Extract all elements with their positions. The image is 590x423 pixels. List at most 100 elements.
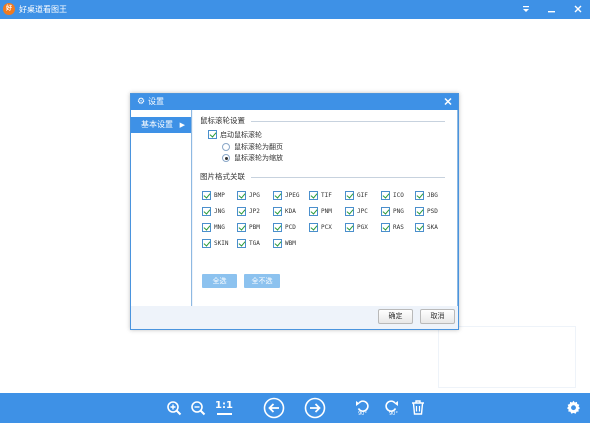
format-label: PGX: [357, 224, 368, 231]
rotate-left-degree: 90°: [358, 411, 367, 417]
format-label: JBG: [427, 192, 438, 199]
delete-icon: [412, 400, 424, 415]
gear-icon: ⚙: [137, 97, 146, 107]
zoom-out-button[interactable]: [190, 400, 206, 416]
rotate-right-degree: 90°: [389, 411, 398, 417]
format-label: WBM: [285, 240, 296, 247]
format-checkbox[interactable]: [273, 207, 282, 216]
format-checkbox[interactable]: [202, 223, 211, 232]
format-checkbox[interactable]: [415, 223, 424, 232]
format-checkbox[interactable]: [345, 207, 354, 216]
chevron-right-icon: ▶: [179, 121, 185, 129]
format-checkbox[interactable]: [415, 207, 424, 216]
format-label: MNG: [214, 224, 225, 231]
actual-size-icon: 1:1: [215, 400, 233, 411]
rotate-left-button[interactable]: 90°: [355, 399, 373, 419]
dialog-header: ⚙ 设置: [131, 94, 458, 110]
format-checkbox[interactable]: [202, 239, 211, 248]
format-label: ICO: [393, 192, 404, 199]
format-label: JPC: [357, 208, 368, 215]
select-none-button[interactable]: 全不选: [244, 274, 280, 288]
format-label: PCD: [285, 224, 296, 231]
cancel-button[interactable]: 取消: [420, 309, 455, 324]
format-checkbox[interactable]: [381, 223, 390, 232]
settings-icon: [566, 400, 581, 414]
minimize-button[interactable]: [544, 2, 558, 16]
wheel-section-title: 鼠标滚轮设置: [200, 116, 245, 125]
format-label: JPEG: [285, 192, 300, 199]
format-label: TGA: [249, 240, 260, 247]
rotate-right-button[interactable]: 90°: [383, 399, 401, 419]
previous-button[interactable]: [263, 397, 285, 419]
app-title: 好桌道看图王: [19, 5, 67, 14]
section-divider: [251, 177, 445, 178]
format-checkbox[interactable]: [273, 191, 282, 200]
nav-item-basic-settings[interactable]: 基本设置 ▶: [131, 117, 191, 133]
format-section-title: 图片格式关联: [200, 172, 245, 181]
format-label: SKA: [427, 224, 438, 231]
format-label: BMP: [214, 192, 225, 199]
close-icon: [444, 97, 452, 106]
settings-nav: 基本设置 ▶: [131, 110, 192, 306]
zoom-in-icon: [167, 401, 182, 416]
next-button[interactable]: [304, 397, 326, 419]
format-checkbox[interactable]: [202, 191, 211, 200]
minimize-icon: [548, 11, 555, 13]
wheel-zoom-radio[interactable]: [222, 154, 230, 162]
close-icon: [574, 5, 582, 13]
format-checkbox[interactable]: [273, 239, 282, 248]
format-label: KDA: [285, 208, 296, 215]
next-icon: [304, 397, 326, 419]
title-bar: 好 好桌道看图王: [0, 0, 590, 19]
format-checkbox[interactable]: [237, 207, 246, 216]
format-checkbox[interactable]: [237, 191, 246, 200]
format-label: PBM: [249, 224, 260, 231]
dialog-footer: 确定 取消: [131, 306, 458, 329]
settings-button[interactable]: [566, 400, 581, 415]
format-label: PCX: [321, 224, 332, 231]
format-checkbox[interactable]: [381, 207, 390, 216]
format-label: TIF: [321, 192, 332, 199]
close-window-button[interactable]: [571, 2, 585, 16]
format-checkbox[interactable]: [415, 191, 424, 200]
format-checkbox[interactable]: [309, 207, 318, 216]
format-checkbox[interactable]: [202, 207, 211, 216]
format-checkbox[interactable]: [273, 223, 282, 232]
delete-button[interactable]: [411, 400, 425, 415]
actual-size-underline: [216, 413, 232, 415]
wheel-page-label: 鼠标滚轮为翻页: [234, 143, 283, 151]
enable-wheel-label: 启动鼠标滚轮: [220, 131, 262, 139]
format-label: JP2: [249, 208, 260, 215]
format-label: PNM: [321, 208, 332, 215]
format-label: SKIN: [214, 240, 229, 247]
format-checkbox[interactable]: [237, 239, 246, 248]
format-label: PSD: [427, 208, 438, 215]
format-checkbox[interactable]: [381, 191, 390, 200]
format-checkbox[interactable]: [345, 191, 354, 200]
wheel-page-radio[interactable]: [222, 143, 230, 151]
menu-dropdown-button[interactable]: [519, 2, 533, 16]
format-checkbox[interactable]: [309, 223, 318, 232]
actual-size-button[interactable]: 1:1: [214, 399, 234, 417]
enable-wheel-checkbox[interactable]: [208, 130, 217, 139]
format-label: JPG: [249, 192, 260, 199]
zoom-in-button[interactable]: [166, 400, 182, 416]
settings-dialog: ⚙ 设置 基本设置 ▶ 鼠标滚轮设置 启动鼠标滚轮 鼠标滚轮为翻页 鼠标滚轮为缩…: [130, 93, 459, 330]
app-logo-icon: 好: [3, 3, 15, 15]
ok-button[interactable]: 确定: [378, 309, 413, 324]
format-checkbox[interactable]: [345, 223, 354, 232]
bottom-toolbar: 1:1 90° 90°: [0, 393, 590, 423]
nav-item-label: 基本设置: [141, 120, 173, 129]
background-panel: [438, 326, 576, 388]
format-label: RAS: [393, 224, 404, 231]
format-label: GIF: [357, 192, 368, 199]
previous-icon: [263, 397, 285, 419]
format-checkbox[interactable]: [237, 223, 246, 232]
select-all-button[interactable]: 全选: [202, 274, 237, 288]
settings-content: 鼠标滚轮设置 启动鼠标滚轮 鼠标滚轮为翻页 鼠标滚轮为缩放 图片格式关联 BMP…: [193, 110, 458, 306]
section-divider: [251, 121, 445, 122]
format-label: JNG: [214, 208, 225, 215]
format-checkbox[interactable]: [309, 191, 318, 200]
format-label: PNG: [393, 208, 404, 215]
menu-icon: [523, 6, 529, 12]
